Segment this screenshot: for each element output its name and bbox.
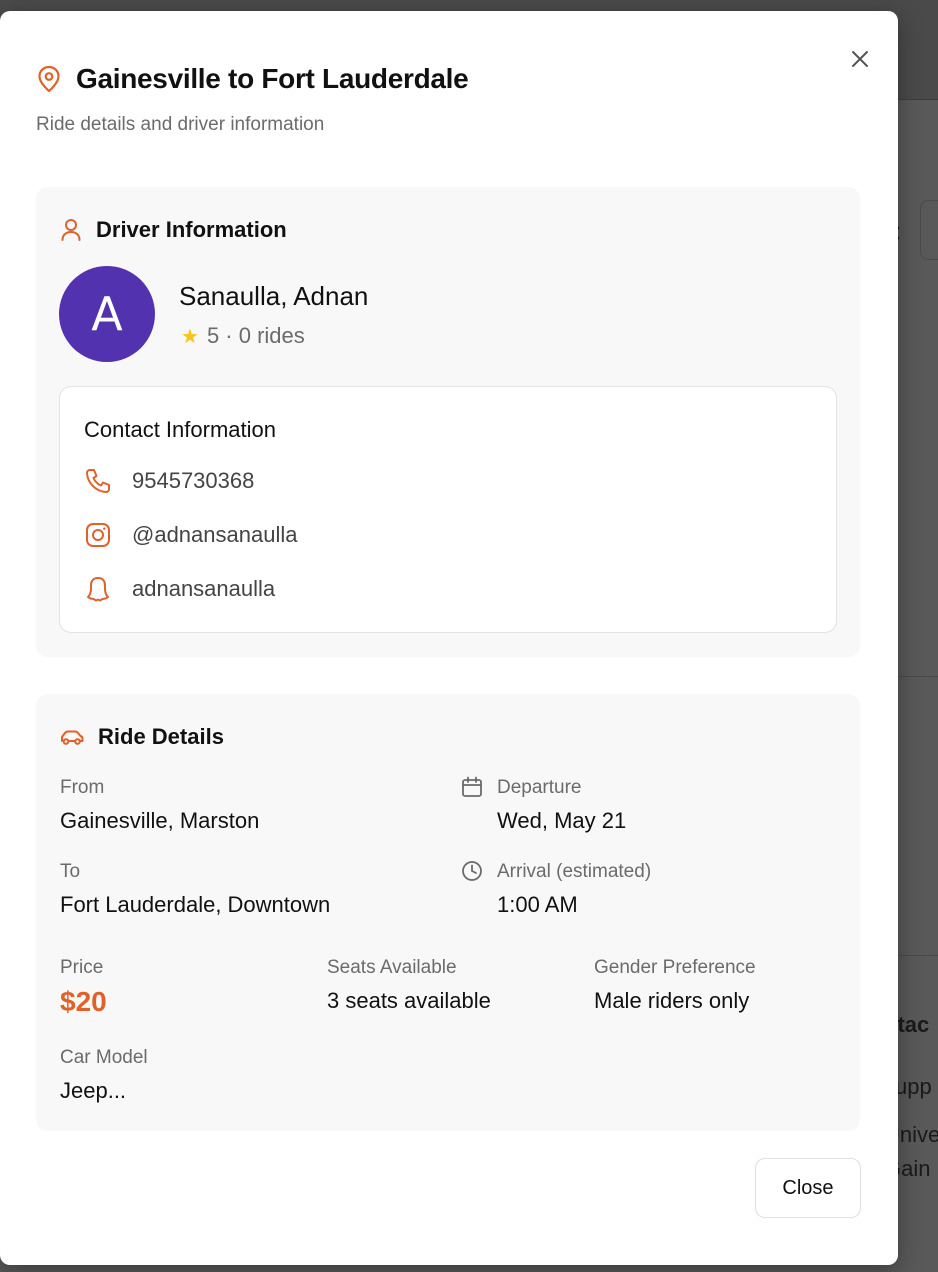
phone-icon bbox=[86, 469, 110, 493]
snapchat-handle: adnansanaulla bbox=[132, 576, 276, 601]
car-model-label: Car Model bbox=[60, 1047, 148, 1068]
user-icon bbox=[61, 219, 81, 241]
gender-preference-value: Male riders only bbox=[594, 988, 750, 1013]
map-pin-icon bbox=[38, 65, 60, 93]
seats-label: Seats Available bbox=[327, 957, 457, 978]
close-icon-button[interactable] bbox=[846, 45, 874, 73]
departure-label: Departure bbox=[497, 777, 582, 798]
arrival-value: 1:00 AM bbox=[497, 892, 578, 917]
price-value: $20 bbox=[60, 986, 107, 1017]
star-icon: ★ bbox=[181, 325, 199, 348]
background-select bbox=[920, 200, 938, 260]
driver-section-title: Driver Information bbox=[96, 217, 287, 242]
to-value: Fort Lauderdale, Downtown bbox=[60, 892, 331, 917]
car-model-value: Jeep... bbox=[60, 1078, 127, 1103]
driver-avatar: A bbox=[59, 266, 155, 362]
from-label: From bbox=[60, 777, 105, 798]
car-icon bbox=[61, 730, 84, 745]
ride-section-title: Ride Details bbox=[98, 724, 224, 749]
contact-title: Contact Information bbox=[84, 417, 276, 442]
ride-section-header: Ride Details bbox=[60, 724, 224, 750]
contact-snapchat[interactable]: adnansanaulla bbox=[84, 575, 275, 603]
seats-value: 3 seats available bbox=[327, 988, 491, 1013]
to-label: To bbox=[60, 861, 81, 882]
departure-value: Wed, May 21 bbox=[497, 808, 627, 833]
gender-preference-label: Gender Preference bbox=[594, 957, 756, 978]
driver-section-header: Driver Information bbox=[60, 217, 287, 243]
close-icon bbox=[852, 51, 868, 67]
ride-details-dialog: Gainesville to Fort Lauderdale Ride deta… bbox=[0, 11, 898, 1265]
instagram-icon bbox=[86, 523, 110, 547]
driver-name: Sanaulla, Adnan bbox=[179, 281, 369, 311]
calendar-icon bbox=[462, 776, 482, 797]
dialog-header: Gainesville to Fort Lauderdale bbox=[36, 63, 469, 95]
contact-information-box: Contact Information 9545730368 @adnansan… bbox=[59, 386, 837, 633]
dialog-subtitle: Ride details and driver information bbox=[36, 114, 325, 135]
contact-instagram[interactable]: @adnansanaulla bbox=[84, 521, 297, 549]
rating-text: 5 · 0 rides bbox=[206, 323, 305, 348]
price-label: Price bbox=[60, 957, 104, 978]
instagram-handle: @adnansanaulla bbox=[132, 522, 298, 547]
phone-number: 9545730368 bbox=[132, 468, 255, 493]
snapchat-ghost-icon bbox=[87, 577, 109, 602]
clock-icon bbox=[462, 861, 482, 881]
dialog-title: Gainesville to Fort Lauderdale bbox=[76, 63, 469, 94]
close-button[interactable]: Close bbox=[755, 1158, 861, 1218]
arrival-label: Arrival (estimated) bbox=[497, 861, 652, 882]
from-value: Gainesville, Marston bbox=[60, 808, 260, 833]
driver-rating: ★ 5 · 0 rides bbox=[181, 323, 305, 349]
ride-details-card: Ride Details From Gainesville, Marston D… bbox=[36, 694, 860, 1131]
contact-phone[interactable]: 9545730368 bbox=[84, 467, 254, 495]
driver-information-card: Driver Information A Sanaulla, Adnan ★ 5… bbox=[36, 187, 860, 657]
